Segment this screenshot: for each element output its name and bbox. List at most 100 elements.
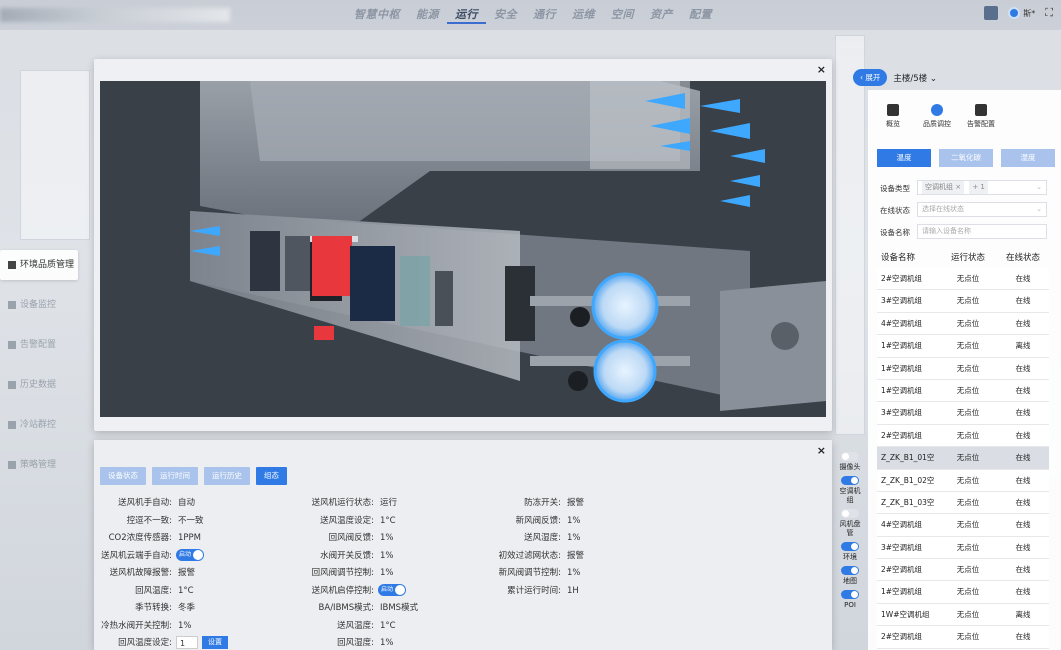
nav-item[interactable]: 配置 — [681, 6, 720, 24]
layer-switch[interactable] — [841, 452, 859, 461]
sidebar-item[interactable]: 冷站群控 — [0, 410, 80, 440]
table-row[interactable]: Z_ZK_B1_01空 无点位 在线 — [877, 447, 1049, 470]
table-cell: 在线 — [1015, 542, 1031, 552]
switch-knob — [851, 567, 858, 574]
damper-red[interactable] — [312, 236, 352, 296]
metric-tab[interactable]: 温度 — [877, 149, 931, 167]
metric-tab[interactable]: 湿度 — [1001, 149, 1055, 167]
prop-row: 初效过滤网状态: 报警 — [464, 548, 584, 565]
panel-tool[interactable]: 概览 — [876, 104, 910, 129]
table-row[interactable]: Z_ZK_B1_03空 无点位 在线 — [877, 491, 1049, 515]
user-menu[interactable]: 斯* — [1008, 7, 1035, 19]
props-tab[interactable]: 组态 — [256, 467, 287, 485]
prop-row: 回风阀反馈: 1% — [284, 530, 394, 547]
setpoint-input[interactable]: 1 — [176, 636, 198, 649]
table-cell: 无点位 — [956, 408, 980, 418]
share-icon — [931, 104, 943, 116]
table-row[interactable]: 2#空调机组 无点位 在线 — [877, 626, 1049, 649]
prop-row: 累计运行时间: 1H — [464, 583, 579, 600]
table-row[interactable]: Z_ZK_B1_02空 无点位 在线 — [877, 469, 1049, 492]
table-row[interactable]: 1#空调机组 无点位 在线 — [877, 357, 1049, 380]
prop-value: 1PPM — [178, 533, 201, 543]
props-tab[interactable]: 运行历史 — [204, 467, 250, 485]
metric-tab[interactable]: 二氧化碳 — [939, 149, 993, 167]
table-row[interactable]: 4#空调机组 无点位 在线 — [877, 514, 1049, 537]
air-handler-3d-scene[interactable] — [100, 81, 826, 417]
layer-switch[interactable] — [841, 476, 859, 485]
table-row[interactable]: 2#空调机组 无点位 在线 — [877, 268, 1049, 291]
table-row[interactable]: 3#空调机组 无点位 在线 — [877, 290, 1049, 313]
prop-value: 1% — [567, 533, 581, 543]
prop-row: 送风机启停控制: 启动 — [284, 583, 406, 600]
panel-tool[interactable]: 品质调控 — [920, 104, 954, 129]
supply-fan[interactable] — [591, 272, 659, 340]
device-name-input[interactable]: 请输入设备名称 — [917, 224, 1047, 239]
close-icon[interactable]: × — [817, 63, 826, 76]
close-icon[interactable]: × — [817, 444, 826, 457]
prop-label: 累计运行时间: — [507, 585, 561, 596]
layer-toggle[interactable]: 地图 — [838, 566, 862, 586]
nav-item[interactable]: 运维 — [564, 6, 603, 24]
expand-button[interactable]: ‹ 展开 — [853, 69, 888, 86]
layer-toggle[interactable]: POI — [838, 590, 862, 610]
table-row[interactable]: 1#空调机组 无点位 离线 — [877, 335, 1049, 358]
table-cell: 在线 — [1015, 497, 1031, 507]
table-cell: 无点位 — [956, 453, 980, 463]
table-row[interactable]: 3#空调机组 无点位 在线 — [877, 402, 1049, 425]
layer-toggle[interactable]: 摄像头 — [838, 452, 862, 472]
layer-toggle[interactable]: 环境 — [838, 542, 862, 562]
table-row[interactable]: 1W#空调机组 无点位 离线 — [877, 603, 1049, 627]
table-row[interactable]: 2#空调机组 无点位 在线 — [877, 424, 1049, 448]
table-cell: 在线 — [1015, 296, 1031, 306]
sidebar-item[interactable]: 告警配置 — [0, 330, 80, 360]
sidebar-item[interactable]: 历史数据 — [0, 370, 80, 400]
nav-item[interactable]: 通行 — [525, 6, 564, 24]
table-row[interactable]: 1#空调机组 无点位 在线 — [877, 581, 1049, 604]
props-tab[interactable]: 设备状态 — [100, 467, 146, 485]
props-tab[interactable]: 运行时间 — [152, 467, 198, 485]
prop-toggle[interactable]: 启动 — [176, 549, 204, 561]
prop-label: 回风温度设定: — [118, 638, 172, 648]
layer-switch[interactable] — [841, 542, 859, 551]
table-row[interactable]: 4#空调机组 无点位 在线 — [877, 312, 1049, 336]
return-fan[interactable] — [593, 339, 657, 403]
download-icon[interactable] — [984, 6, 999, 20]
table-row[interactable]: 1#空调机组 无点位 在线 — [877, 379, 1049, 403]
device-type-select[interactable]: 空调机组 × + 1 ⌄ — [917, 180, 1047, 195]
sidebar-item[interactable]: 设备监控 — [0, 290, 80, 320]
sidebar-item[interactable]: 策略管理 — [0, 450, 80, 480]
prop-value: 1% — [567, 568, 581, 578]
table-cell: 无点位 — [956, 609, 980, 619]
layer-switch[interactable] — [841, 509, 859, 518]
table-cell: 3#空调机组 — [881, 408, 923, 418]
prop-value: 1H — [567, 585, 579, 596]
device-type-chip[interactable]: 空调机组 × — [922, 181, 965, 194]
prop-label: 送风湿度: — [524, 533, 561, 543]
floor-selector[interactable]: 主楼/5楼 ⌄ — [893, 72, 937, 84]
nav-item[interactable]: 运行 — [447, 6, 486, 24]
nav-item[interactable]: 安全 — [486, 6, 525, 24]
switch-knob — [842, 510, 849, 517]
table-cell: 无点位 — [956, 475, 980, 485]
prop-row: 控逗不一致: 不一致 — [94, 513, 204, 530]
nav-item[interactable]: 能源 — [408, 6, 447, 24]
table-row[interactable]: 2#空调机组 无点位 在线 — [877, 559, 1049, 582]
prop-toggle[interactable]: 启动 — [378, 584, 406, 596]
nav-item[interactable]: 空间 — [603, 6, 642, 24]
layer-switch[interactable] — [841, 566, 859, 575]
sidebar-item[interactable]: 环境品质管理 — [0, 250, 78, 280]
nav-item[interactable]: 资产 — [642, 6, 681, 24]
set-button[interactable]: 设置 — [202, 636, 228, 649]
monitor-icon — [887, 104, 899, 116]
panel-tool-label: 品质调控 — [923, 120, 951, 128]
avatar — [1008, 7, 1021, 19]
panel-tool[interactable]: 告警配置 — [964, 104, 998, 129]
layer-toggle[interactable]: 空调机组 — [838, 476, 862, 505]
layer-toggle[interactable]: 风机盘管 — [838, 509, 862, 538]
online-status-select[interactable]: 选择在线状态 ⌄ — [917, 202, 1047, 217]
switch-knob — [851, 543, 858, 550]
fullscreen-icon[interactable]: ⛶ — [1045, 6, 1053, 20]
table-row[interactable]: 3#空调机组 无点位 在线 — [877, 536, 1049, 560]
nav-item[interactable]: 智慧中枢 — [346, 6, 408, 24]
layer-switch[interactable] — [841, 590, 859, 599]
